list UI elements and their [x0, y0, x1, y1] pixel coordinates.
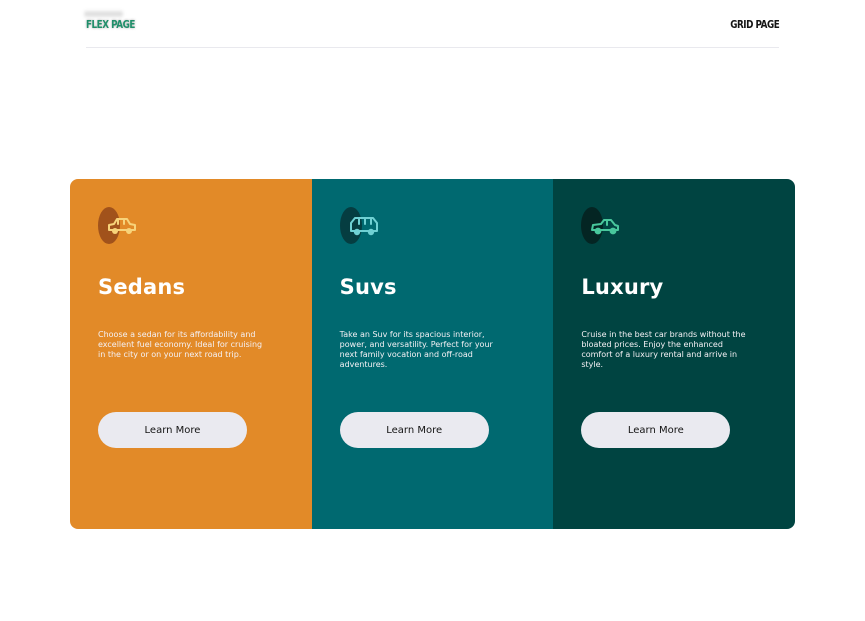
sedan-car-glyph [108, 218, 136, 234]
card-suvs: Suvs Take an Suv for its spacious interi… [311, 179, 554, 529]
nav-link-grid-page[interactable]: Grid Page [730, 18, 779, 31]
luxury-car-icon [581, 207, 621, 245]
card-sedans: Sedans Choose a sedan for its affordabil… [70, 179, 312, 529]
suv-car-glyph [349, 217, 378, 236]
luxury-car-glyph [591, 219, 620, 235]
card-title: Suvs [339, 275, 397, 299]
card-title: Luxury [581, 275, 664, 299]
card-description: Cruise in the best car brands without th… [581, 330, 746, 369]
top-nav: Flex Page Grid Page [86, 12, 779, 48]
card-description: Choose a sedan for its affordability and… [98, 330, 263, 359]
learn-more-button[interactable]: Learn More [581, 412, 731, 448]
learn-more-button[interactable]: Learn More [339, 412, 489, 448]
card-title: Sedans [98, 275, 186, 299]
page: Flex Page Grid Page Sedans Choose a seda… [0, 0, 865, 621]
card-description: Take an Suv for its spacious interior, p… [339, 330, 493, 369]
suv-car-icon [339, 207, 380, 245]
card-row: Sedans Choose a sedan for its affordabil… [70, 179, 795, 529]
sedan-car-icon [98, 207, 138, 245]
card-luxury: Luxury Cruise in the best car brands wit… [553, 179, 795, 529]
learn-more-button[interactable]: Learn More [98, 412, 247, 448]
nav-link-flex-page[interactable]: Flex Page [86, 18, 135, 31]
